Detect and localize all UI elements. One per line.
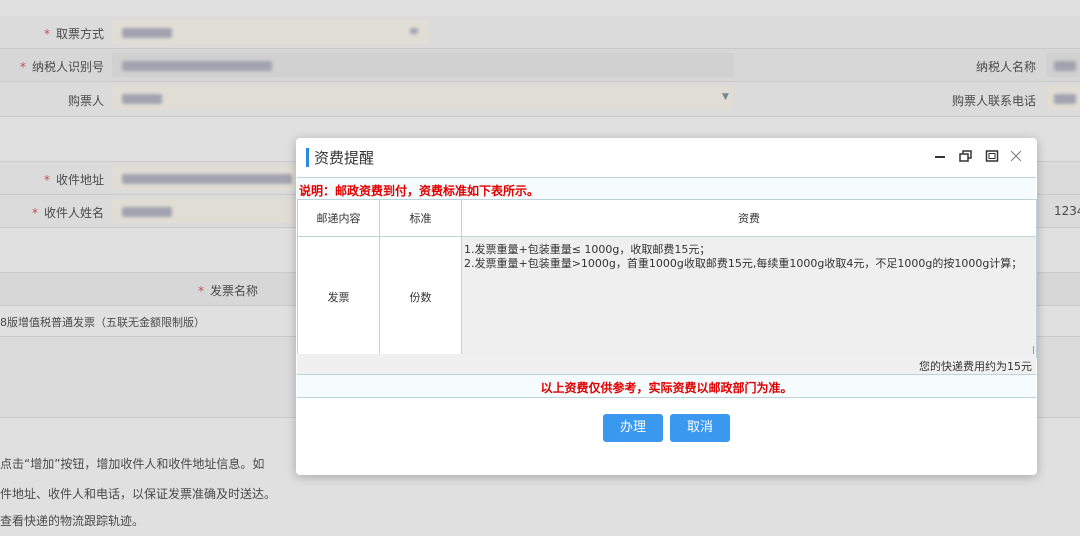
- explanation-banner: 说明：邮政资费到付，资费标准如下表所示。: [297, 177, 1036, 201]
- table-row: 发票 份数 1.发票重量+包装重量≤ 1000g，收取邮费15元； 2.发票重量…: [297, 236, 1037, 358]
- row-standard: 份数: [379, 236, 462, 358]
- close-icon[interactable]: [1008, 147, 1024, 165]
- restore-icon[interactable]: [958, 147, 974, 165]
- cancel-button[interactable]: 取消: [670, 414, 730, 442]
- header-fee: 资费: [461, 199, 1037, 237]
- dialog-title: 资费提醒: [314, 149, 375, 167]
- fee-table-header: 邮递内容 标准 资费: [297, 199, 1037, 237]
- estimate-text: 您的快递费用约为15元: [919, 360, 1032, 373]
- explanation-text: 说明：邮政资费到付，资费标准如下表所示。: [299, 184, 540, 198]
- maximize-icon[interactable]: [984, 147, 1000, 165]
- confirm-button[interactable]: 办理: [603, 414, 663, 442]
- dialog-header[interactable]: 资费提醒: [296, 138, 1037, 176]
- reference-banner: 以上资费仅供参考，实际资费以邮政部门为准。: [297, 375, 1036, 398]
- header-content: 邮递内容: [297, 199, 380, 237]
- row-content: 发票: [297, 236, 380, 358]
- fee-reminder-dialog: 资费提醒 说明：邮政资费到付，资费标准如下表所示。 邮递内容 标准 资费 发票: [296, 138, 1037, 475]
- fee-rule-2: 2.发票重量+包装重量>1000g，首重1000g收取邮费15元,每续重1000…: [464, 257, 1023, 270]
- fee-description-textarea[interactable]: 1.发票重量+包装重量≤ 1000g，收取邮费15元； 2.发票重量+包装重量>…: [461, 236, 1037, 358]
- minimize-icon[interactable]: [932, 147, 948, 165]
- estimate-bar: 您的快递费用约为15元: [297, 354, 1036, 375]
- title-accent-bar: [306, 148, 309, 167]
- reference-text: 以上资费仅供参考，实际资费以邮政部门为准。: [540, 381, 793, 395]
- fee-rule-1: 1.发票重量+包装重量≤ 1000g，收取邮费15元；: [464, 243, 711, 256]
- fee-table: 邮递内容 标准 资费 发票 份数 1.发票重量+包装重量≤ 1000g，收取邮费…: [297, 199, 1037, 358]
- header-standard: 标准: [379, 199, 462, 237]
